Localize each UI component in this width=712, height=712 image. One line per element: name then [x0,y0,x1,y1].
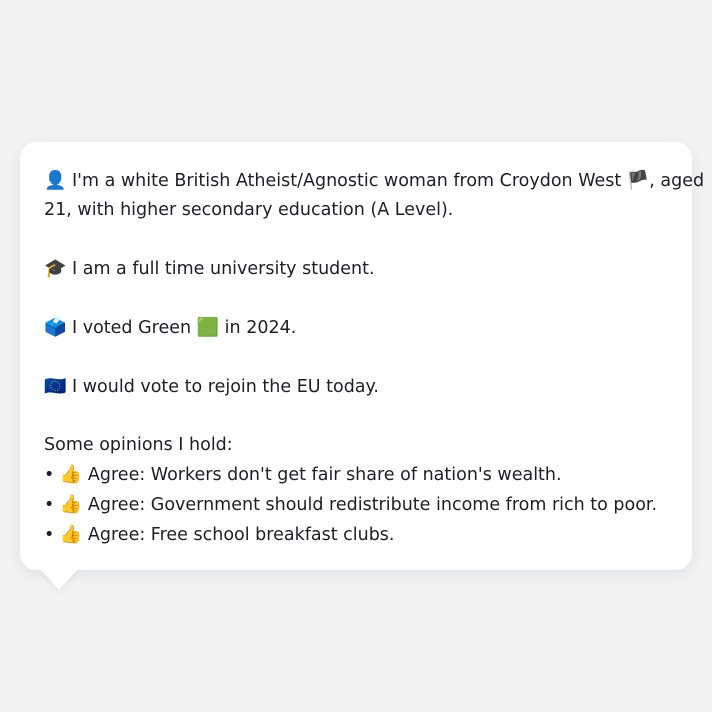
ballot-box-icon: 🗳️ [44,317,67,338]
opinions-heading: Some opinions I hold: [44,435,233,455]
identity-text: I'm a white British Atheist/Agnostic wom… [72,171,622,191]
eu-paragraph: 🇪🇺 I would vote to rejoin the EU today. [44,372,668,402]
person-icon: 👤 [44,170,67,191]
bubble-tail [41,570,77,590]
vote-text: I voted Green [72,318,192,338]
bullet: • [44,495,55,515]
bullet: • [44,465,55,485]
identity-education: 21, with higher secondary education (A L… [44,200,454,220]
opinion-text: Agree: Free school breakfast clubs. [87,525,395,545]
occupation-paragraph: 🎓 I am a full time university student. [44,254,668,284]
bullet: • [44,525,55,545]
thumbs-up-icon: 👍 [59,524,83,545]
thumbs-up-icon: 👍 [59,464,83,485]
opinion-item: • 👍 Agree: Free school breakfast clubs. [44,520,668,550]
identity-paragraph: 👤 I'm a white British Atheist/Agnostic w… [44,166,704,225]
occupation-text: I am a full time university student. [72,259,375,279]
vote-year: in 2024. [224,318,297,338]
eu-text: I would vote to rejoin the EU today. [72,377,379,397]
identity-age-label: , aged [649,171,705,191]
england-flag-icon: 🏴 [626,170,650,191]
graduation-cap-icon: 🎓 [44,258,67,279]
opinion-item: • 👍 Agree: Workers don't get fair share … [44,460,668,490]
opinion-item: • 👍 Agree: Government should redistribut… [44,490,668,520]
opinion-text: Agree: Workers don't get fair share of n… [87,465,562,485]
eu-flag-icon: 🇪🇺 [44,376,67,397]
message-bubble: 👤 I'm a white British Atheist/Agnostic w… [20,142,704,570]
opinion-text: Agree: Government should redistribute in… [87,495,658,515]
vote-paragraph: 🗳️ I voted Green 🟩 in 2024. [44,313,668,343]
green-square-icon: 🟩 [196,317,220,338]
thumbs-up-icon: 👍 [59,494,83,515]
